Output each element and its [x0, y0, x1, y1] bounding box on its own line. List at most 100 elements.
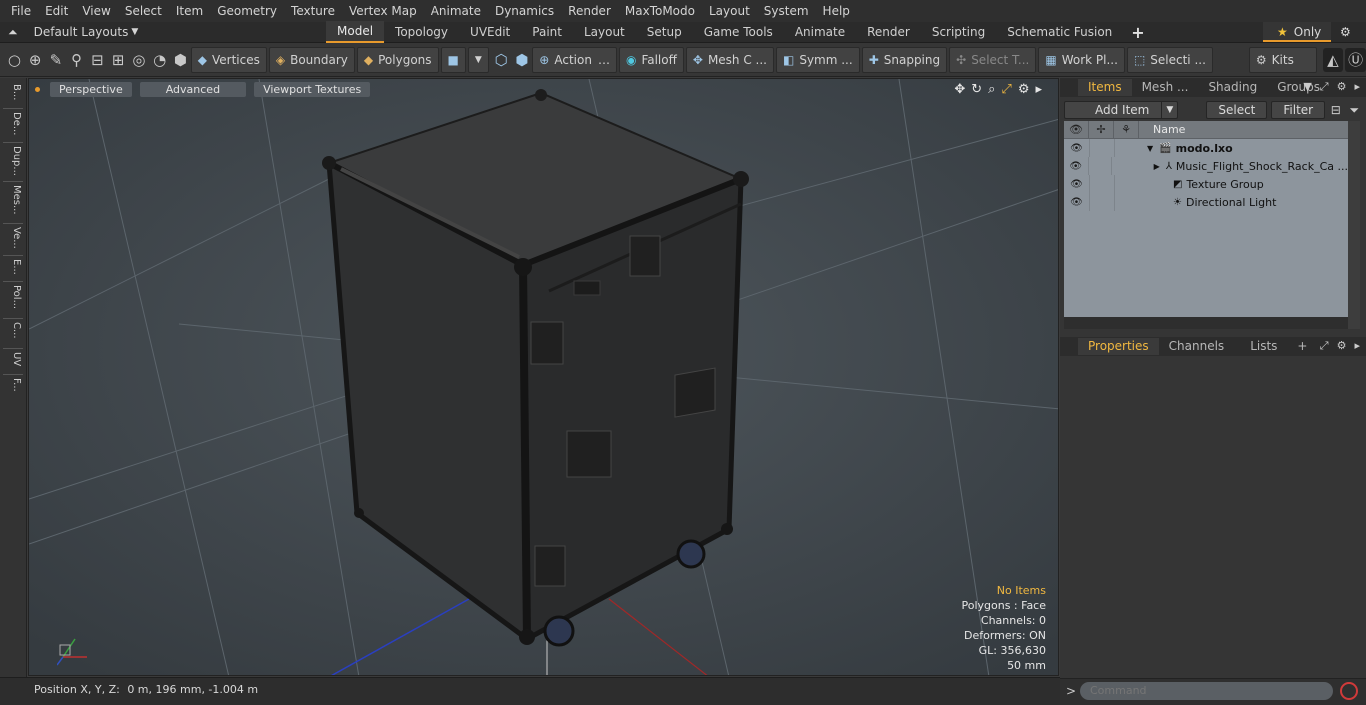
menu-texture[interactable]: Texture: [284, 0, 342, 22]
perspective-button[interactable]: Perspective: [50, 81, 132, 97]
falloff-button[interactable]: ◉ Falloff: [618, 46, 684, 73]
select-through-button[interactable]: ✣ Select T...: [949, 46, 1037, 73]
symmetry-shield-icon[interactable]: ⬡: [491, 48, 512, 72]
collapse-icon[interactable]: ⊟: [1328, 101, 1343, 119]
kits-button[interactable]: ⚙ Kits: [1248, 46, 1317, 73]
command-arrow-icon[interactable]: >: [1066, 684, 1076, 698]
left-tab-uv[interactable]: UV: [4, 352, 22, 366]
expand-arrow-icon[interactable]: ▸: [1354, 339, 1360, 353]
tab-uvedit[interactable]: UVEdit: [459, 22, 521, 42]
menu-select[interactable]: Select: [118, 0, 169, 22]
selection-sets-button[interactable]: ⬚ Selecti ...: [1126, 46, 1213, 73]
filter-button[interactable]: Filter: [1271, 101, 1326, 119]
viewport-menu-dot-icon[interactable]: [35, 86, 40, 92]
eye-icon[interactable]: 👁: [1064, 197, 1089, 208]
action-button[interactable]: ⊕ Action…: [532, 46, 617, 73]
tree-row[interactable]: 👁 ☀ Directional Light: [1064, 193, 1348, 211]
tab-properties[interactable]: Properties: [1078, 338, 1159, 355]
tab-animate[interactable]: Animate: [784, 22, 856, 42]
tab-setup[interactable]: Setup: [636, 22, 693, 42]
menu-animate[interactable]: Animate: [424, 0, 488, 22]
left-tab-fusion[interactable]: F...: [4, 378, 22, 392]
menu-geometry[interactable]: Geometry: [210, 0, 284, 22]
tab-items[interactable]: Items: [1078, 79, 1132, 96]
maximize-icon[interactable]: ⤢: [1320, 339, 1329, 353]
render-column-icon[interactable]: ⚘: [1114, 121, 1139, 139]
tab-model[interactable]: Model: [326, 21, 385, 43]
eye-icon[interactable]: 👁: [1064, 143, 1089, 154]
left-tab-vertex[interactable]: Ve...: [4, 227, 22, 249]
falloff-shield-icon[interactable]: ⬢: [512, 48, 533, 72]
menu-view[interactable]: View: [75, 0, 117, 22]
select-button[interactable]: Select: [1206, 101, 1268, 119]
chevron-right-icon[interactable]: ▶: [1154, 162, 1160, 171]
tab-mesh[interactable]: Mesh ...: [1132, 79, 1199, 96]
pen-icon[interactable]: ✎: [46, 48, 67, 72]
expand-arrow-icon[interactable]: ▸: [1035, 82, 1042, 97]
left-tab-basic[interactable]: B...: [4, 84, 22, 100]
chevron-down-icon[interactable]: ▼: [1303, 80, 1311, 94]
menu-edit[interactable]: Edit: [38, 0, 75, 22]
layouts-dropdown[interactable]: ⏶ Default Layouts ▼: [0, 25, 326, 40]
eye-icon[interactable]: 👁: [1064, 179, 1089, 190]
globe-icon[interactable]: ⊕: [25, 48, 46, 72]
tab-topology[interactable]: Topology: [384, 22, 459, 42]
eye-icon[interactable]: 👁: [1064, 161, 1088, 172]
lock-column-icon[interactable]: ✢: [1089, 121, 1114, 139]
menu-dynamics[interactable]: Dynamics: [488, 0, 561, 22]
left-tab-edge[interactable]: E...: [4, 259, 22, 275]
funnel-icon[interactable]: ⏷: [1347, 101, 1362, 119]
center-icon[interactable]: ⊞: [108, 48, 129, 72]
gear-icon[interactable]: ⚙: [1340, 22, 1351, 42]
menu-maxtomodo[interactable]: MaxToModo: [618, 0, 702, 22]
align-icon[interactable]: ⊟: [87, 48, 108, 72]
menu-render[interactable]: Render: [561, 0, 618, 22]
3d-viewport[interactable]: Perspective Advanced Viewport Textures ✥…: [28, 78, 1059, 676]
tab-layout[interactable]: Layout: [573, 22, 636, 42]
chevron-down-icon[interactable]: ▼: [1161, 102, 1177, 118]
menu-system[interactable]: System: [757, 0, 816, 22]
target-icon[interactable]: ◎: [129, 48, 150, 72]
add-tab-icon[interactable]: +: [1287, 338, 1317, 355]
menu-file[interactable]: File: [4, 0, 38, 22]
tree-horizontal-scrollbar[interactable]: [1064, 317, 1348, 329]
tab-shading[interactable]: Shading: [1198, 79, 1267, 96]
move-icon[interactable]: ✥: [954, 82, 965, 97]
tab-channels[interactable]: Channels: [1159, 338, 1235, 355]
tab-scripting[interactable]: Scripting: [921, 22, 996, 42]
polygons-button[interactable]: ◆ Polygons: [356, 46, 439, 73]
tree-vertical-scrollbar[interactable]: [1348, 121, 1360, 329]
tab-render[interactable]: Render: [856, 22, 921, 42]
unity-icon[interactable]: ◭: [1322, 47, 1344, 72]
zoom-icon[interactable]: ⌕: [988, 82, 995, 97]
advanced-button[interactable]: Advanced: [139, 81, 247, 97]
visibility-column-eye-icon[interactable]: 👁: [1064, 121, 1089, 139]
work-plane-button[interactable]: ▦ Work Pl...: [1038, 46, 1125, 73]
snapping-button[interactable]: ✚ Snapping: [861, 46, 948, 73]
tree-row[interactable]: 👁 ▶ ⅄ Music_Flight_Shock_Rack_Ca ...: [1064, 157, 1348, 175]
name-column-header[interactable]: Name: [1139, 123, 1185, 136]
tab-game-tools[interactable]: Game Tools: [693, 22, 784, 42]
circle-select-icon[interactable]: ○: [4, 48, 25, 72]
vertices-button[interactable]: ◆ Vertices: [190, 46, 267, 73]
command-input[interactable]: [1080, 682, 1333, 700]
add-item-button[interactable]: Add Item ▼: [1064, 101, 1179, 119]
left-tab-duplicate[interactable]: Dup...: [4, 146, 22, 176]
maximize-icon[interactable]: ⤢: [1320, 80, 1329, 94]
menu-help[interactable]: Help: [816, 0, 857, 22]
viewport-textures-button[interactable]: Viewport Textures: [254, 81, 371, 97]
add-tab-icon[interactable]: +: [1131, 23, 1144, 42]
tree-row[interactable]: 👁 ▼ 🎬 modo.lxo: [1064, 139, 1348, 157]
tab-lists[interactable]: Lists: [1240, 338, 1287, 355]
left-tab-mesh-edit[interactable]: Mes...: [4, 185, 22, 215]
item-mode-button[interactable]: ■: [440, 46, 466, 73]
left-tab-polygon[interactable]: Pol...: [4, 285, 22, 309]
menu-item[interactable]: Item: [169, 0, 210, 22]
chevron-down-icon[interactable]: ▼: [1147, 144, 1153, 153]
menu-vertex-map[interactable]: Vertex Map: [342, 0, 424, 22]
tree-row[interactable]: 👁 ◩ Texture Group: [1064, 175, 1348, 193]
maximize-icon[interactable]: ⤢: [1001, 82, 1011, 97]
radial-icon[interactable]: ◔: [149, 48, 170, 72]
tab-schematic-fusion[interactable]: Schematic Fusion: [996, 22, 1123, 42]
symmetry-button[interactable]: ◧ Symm ...: [775, 46, 860, 73]
